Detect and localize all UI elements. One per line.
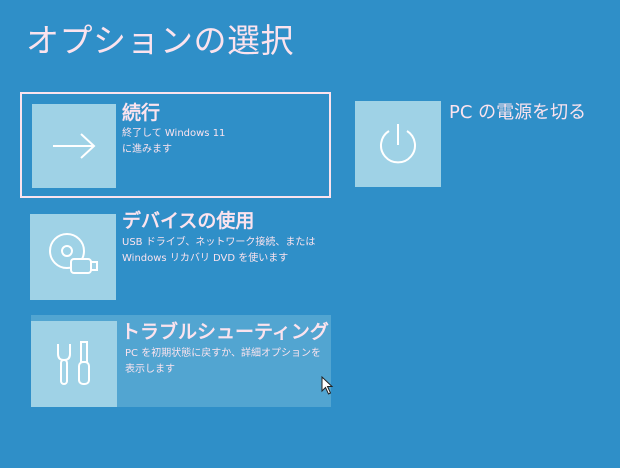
mouse-pointer-icon: [321, 376, 334, 395]
continue-description-line-2: に進みます: [122, 144, 172, 155]
power-off-label: PC の電源を切る: [449, 102, 587, 123]
continue-label: 続行: [122, 102, 161, 124]
use-device-option[interactable]: デバイスの使用 USB ドライブ、ネットワーク接続、または Windows リカ…: [22, 206, 322, 304]
continue-option[interactable]: 続行 終了して Windows 11 に進みます: [20, 92, 331, 198]
tools-icon: [57, 341, 90, 385]
troubleshoot-description-line-2: 表示します: [125, 364, 175, 375]
troubleshoot-description: PC を初期状態に戻すか、詳細オプションを 表示します: [125, 346, 321, 378]
continue-tile[interactable]: [32, 104, 116, 188]
use-device-tile[interactable]: [30, 214, 116, 300]
use-device-label: デバイスの使用: [122, 210, 255, 232]
power-off-tile[interactable]: [355, 101, 441, 187]
power-icon: [380, 124, 416, 164]
continue-description-line-1: 終了して Windows 11: [122, 128, 226, 139]
use-device-description-line-2: Windows リカバリ DVD を使います: [122, 253, 289, 264]
use-device-description-line-1: USB ドライブ、ネットワーク接続、または: [122, 237, 316, 248]
troubleshoot-tile[interactable]: [31, 321, 117, 407]
continue-description: 終了して Windows 11 に進みます: [122, 126, 225, 158]
troubleshoot-description-line-1: PC を初期状態に戻すか、詳細オプションを: [125, 348, 321, 359]
troubleshoot-option[interactable]: トラブルシューティング PC を初期状態に戻すか、詳細オプションを 表示します: [31, 315, 331, 407]
page-title: オプションの選択: [26, 21, 294, 60]
power-off-option[interactable]: PC の電源を切る: [355, 98, 615, 190]
troubleshoot-label: トラブルシューティング: [121, 321, 329, 343]
disc-usb-icon: [49, 233, 98, 274]
arrow-right-icon: [53, 133, 96, 159]
use-device-description: USB ドライブ、ネットワーク接続、または Windows リカバリ DVD を…: [122, 235, 315, 267]
